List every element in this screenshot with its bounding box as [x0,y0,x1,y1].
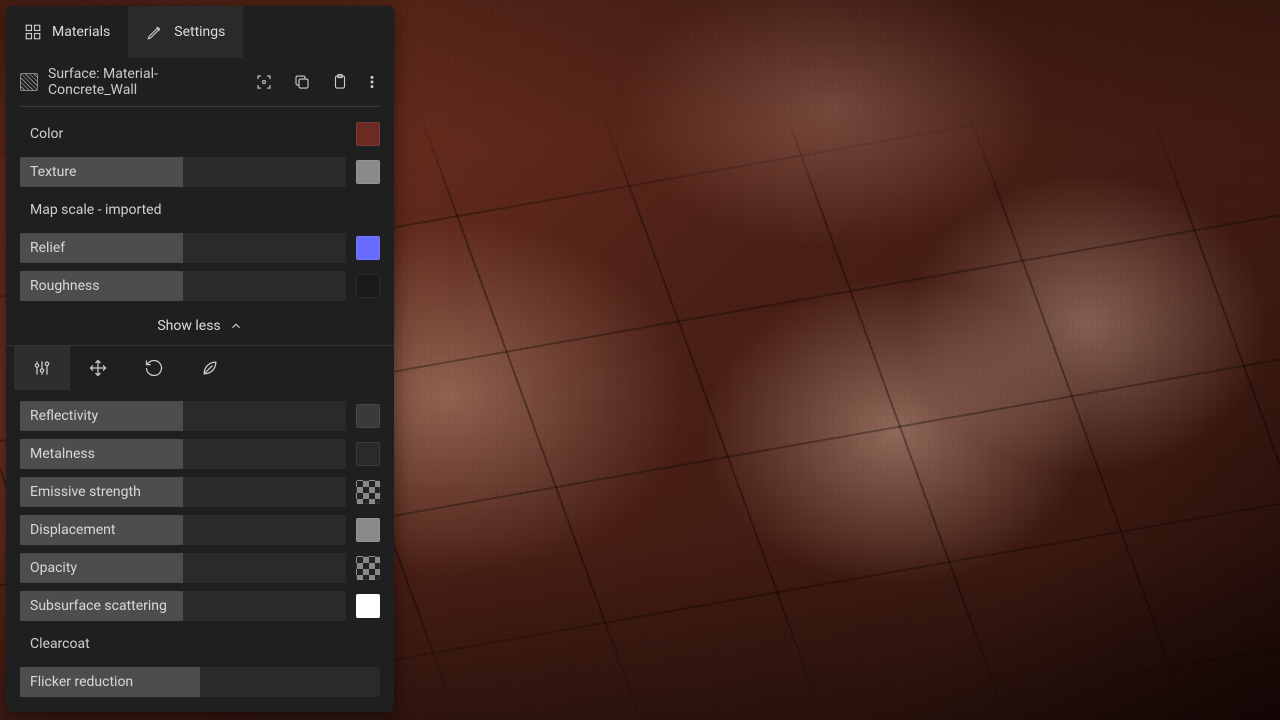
color-swatch[interactable] [356,122,380,146]
metalness-label: Metalness [20,446,95,462]
sss-label: Subsurface scattering [20,598,167,614]
property-flicker: Flicker reduction [20,667,380,697]
relief-label: Relief [20,240,65,256]
material-type-icon [20,73,38,91]
roughness-label: Roughness [20,278,100,294]
property-clearcoat: Clearcoat [20,629,380,659]
basic-properties: Color Texture Map scale - imported Relief Ro… [6,107,394,307]
opacity-swatch[interactable] [356,556,380,580]
property-relief: Relief [20,233,380,263]
mapscale-label: Map scale - imported [20,195,380,225]
opacity-slider[interactable]: Opacity [20,553,346,583]
pencil-icon [146,23,164,41]
flicker-slider[interactable]: Flicker reduction [20,667,380,697]
focus-icon [255,73,273,91]
displacement-label: Displacement [20,522,115,538]
emissive-slider[interactable]: Emissive strength [20,477,346,507]
texture-slider[interactable]: Texture [20,157,346,187]
tool-tab-adjust[interactable] [14,346,70,390]
property-metalness: Metalness [20,439,380,469]
property-mapscale: Map scale - imported [20,195,380,225]
history-icon [144,358,164,378]
sliders-icon [32,358,52,378]
relief-swatch[interactable] [356,236,380,260]
panel-tabs: Materials Settings [6,6,394,58]
tool-tab-history[interactable] [126,346,182,390]
opacity-label: Opacity [20,560,77,576]
property-emissive: Emissive strength [20,477,380,507]
property-texture: Texture [20,157,380,187]
relief-slider[interactable]: Relief [20,233,346,263]
sss-swatch[interactable] [356,594,380,618]
flicker-label: Flicker reduction [20,674,133,690]
property-roughness: Roughness [20,271,380,301]
copy-button[interactable] [288,68,316,96]
tab-settings[interactable]: Settings [128,6,243,58]
property-color: Color [20,119,380,149]
property-reflectivity: Reflectivity [20,401,380,431]
show-less-toggle[interactable]: Show less [6,307,394,345]
property-displacement: Displacement [20,515,380,545]
emissive-swatch[interactable] [356,480,380,504]
surface-header: Surface: Material-Concrete_Wall [6,58,394,106]
metalness-swatch[interactable] [356,442,380,466]
copy-icon [293,73,311,91]
reflectivity-swatch[interactable] [356,404,380,428]
move-icon [88,358,108,378]
chevron-up-icon [229,319,243,333]
property-sss: Subsurface scattering [20,591,380,621]
texture-swatch[interactable] [356,160,380,184]
advanced-tool-tabs [6,345,394,389]
leaf-icon [200,358,220,378]
surface-name: Surface: Material-Concrete_Wall [48,66,240,98]
displacement-slider[interactable]: Displacement [20,515,346,545]
texture-label: Texture [20,164,76,180]
tool-tab-eco[interactable] [182,346,238,390]
material-panel: Materials Settings Surface: Material-Con… [6,6,394,712]
tool-tab-transform[interactable] [70,346,126,390]
show-less-label: Show less [157,318,220,334]
reflectivity-slider[interactable]: Reflectivity [20,401,346,431]
advanced-properties: Reflectivity Metalness Emissive strength Di… [6,389,394,703]
grid-icon [24,23,42,41]
displacement-swatch[interactable] [356,518,380,542]
roughness-slider[interactable]: Roughness [20,271,346,301]
property-opacity: Opacity [20,553,380,583]
tab-materials[interactable]: Materials [6,6,128,58]
reflectivity-label: Reflectivity [20,408,98,424]
tab-materials-label: Materials [52,24,110,40]
clearcoat-label: Clearcoat [20,629,380,659]
metalness-slider[interactable]: Metalness [20,439,346,469]
roughness-swatch[interactable] [356,274,380,298]
sss-slider[interactable]: Subsurface scattering [20,591,346,621]
paste-button[interactable] [326,68,354,96]
color-label: Color [20,119,346,149]
emissive-label: Emissive strength [20,484,141,500]
focus-button[interactable] [250,68,278,96]
tab-settings-label: Settings [174,24,225,40]
more-menu-button[interactable] [364,68,380,96]
more-vertical-icon [364,73,380,91]
paste-icon [331,73,349,91]
